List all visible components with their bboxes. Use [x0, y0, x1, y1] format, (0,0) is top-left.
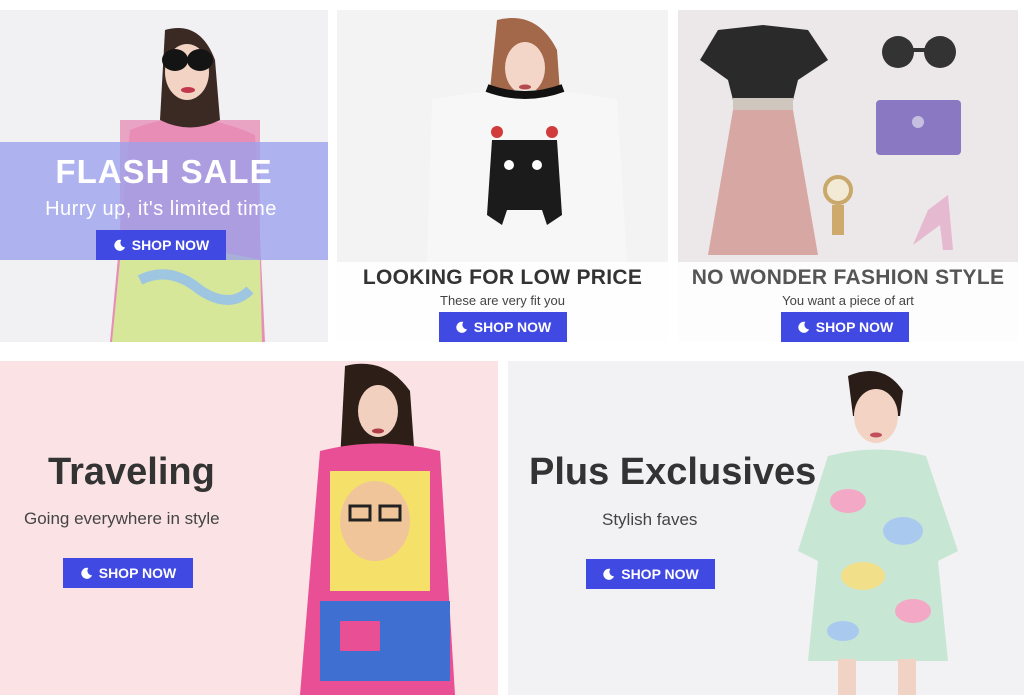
fashion-style-title: NO WONDER FASHION STYLE: [691, 266, 1005, 289]
crescent-moon-icon: [603, 568, 615, 580]
plus-shop-now-button[interactable]: SHOP NOW: [586, 559, 715, 589]
low-price-shop-now-label: SHOP NOW: [473, 319, 552, 335]
plus-shop-now-label: SHOP NOW: [621, 566, 699, 582]
crescent-moon-icon: [81, 567, 92, 579]
promo-low-price[interactable]: LOOKING FOR LOW PRICE These are very fit…: [337, 10, 668, 342]
flash-sale-shop-now-label: SHOP NOW: [131, 237, 210, 253]
promo-traveling[interactable]: Traveling Going everywhere in style SHOP…: [0, 361, 498, 695]
fashion-style-subtitle: You want a piece of art: [782, 293, 914, 308]
plus-subtitle: Stylish faves: [602, 510, 698, 529]
traveling-subtitle: Going everywhere in style: [24, 509, 220, 528]
crescent-moon-icon: [456, 321, 467, 333]
traveling-shop-now-label: SHOP NOW: [98, 565, 177, 581]
fashion-style-shop-now-button[interactable]: SHOP NOW: [781, 312, 909, 342]
promo-fashion-style[interactable]: NO WONDER FASHION STYLE You want a piece…: [678, 10, 1018, 342]
low-price-title: LOOKING FOR LOW PRICE: [362, 266, 643, 289]
crescent-moon-icon: [114, 239, 125, 251]
traveling-shop-now-button[interactable]: SHOP NOW: [63, 558, 193, 588]
plus-title: Plus Exclusives: [529, 451, 817, 493]
flash-sale-shop-now-button[interactable]: SHOP NOW: [96, 230, 226, 260]
flash-sale-subtitle: Hurry up, it's limited time: [45, 198, 277, 220]
low-price-subtitle: These are very fit you: [440, 293, 565, 308]
promo-plus-exclusives[interactable]: Plus Exclusives Stylish faves SHOP NOW: [508, 361, 1024, 695]
flash-sale-title: FLASH SALE: [55, 153, 273, 190]
promo-flash-sale[interactable]: FLASH SALE Hurry up, it's limited time S…: [0, 10, 328, 342]
model-image-plus: [798, 371, 958, 695]
traveling-title: Traveling: [48, 451, 215, 493]
crescent-moon-icon: [798, 321, 809, 333]
fashion-style-shop-now-label: SHOP NOW: [815, 319, 894, 335]
low-price-shop-now-button[interactable]: SHOP NOW: [439, 312, 567, 342]
